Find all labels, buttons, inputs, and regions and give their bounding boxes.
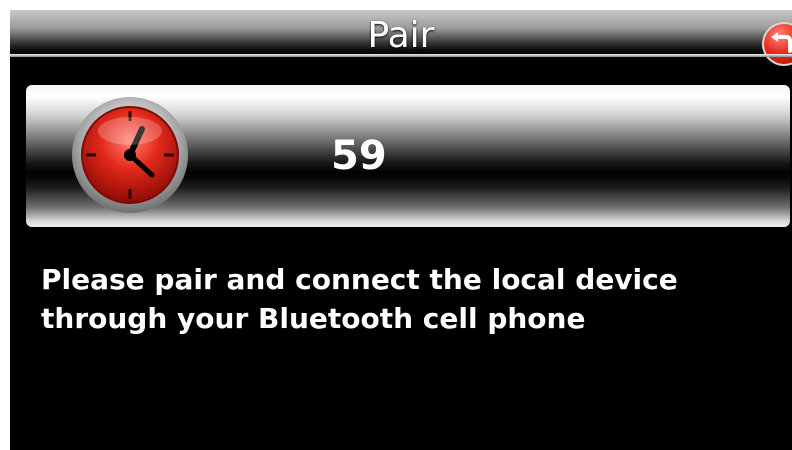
pair-screen: Pair 59 Please pair and connect the loca… bbox=[10, 10, 792, 450]
title-bar: Pair bbox=[10, 10, 792, 66]
back-button[interactable] bbox=[762, 22, 792, 66]
instruction-line-2: through your Bluetooth cell phone bbox=[41, 302, 586, 335]
page-title: Pair bbox=[367, 15, 435, 56]
clock-icon bbox=[72, 97, 188, 213]
back-arrow-icon bbox=[771, 32, 792, 53]
timer-panel: 59 bbox=[26, 85, 790, 227]
countdown-seconds: 59 bbox=[331, 133, 387, 179]
pairing-instructions: Please pair and connect the local device… bbox=[41, 260, 781, 338]
instruction-line-1: Please pair and connect the local device bbox=[41, 263, 678, 296]
